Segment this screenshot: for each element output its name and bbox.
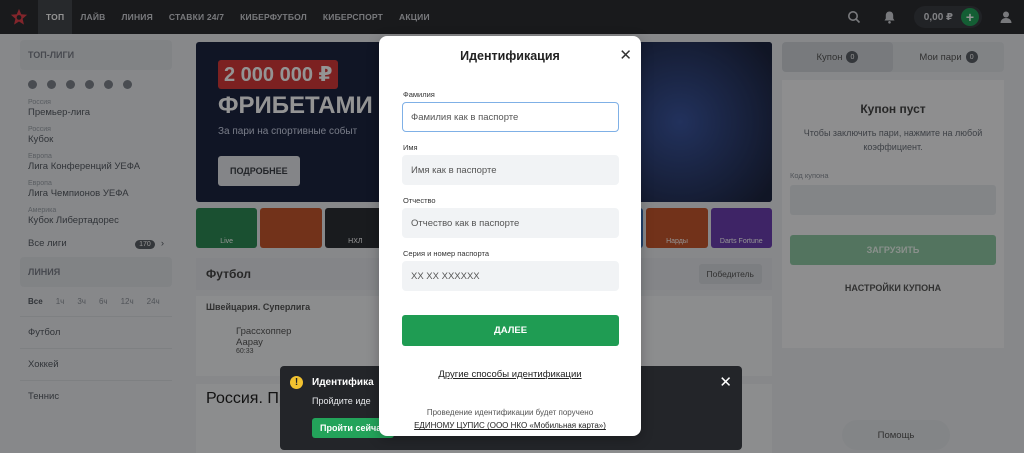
footnote-line: Проведение идентификации будет поручено <box>426 408 594 417</box>
modal-title: Идентификация <box>460 49 560 63</box>
name-input[interactable] <box>402 155 619 185</box>
name-label: Имя <box>403 143 418 152</box>
surname-input[interactable] <box>402 102 619 132</box>
close-icon[interactable]: ✕ <box>719 375 732 390</box>
patronymic-label: Отчество <box>403 196 436 205</box>
cupis-link[interactable]: ЕДИНОМУ ЦУПИС (ООО НКО «Мобильная карта»… <box>379 419 641 432</box>
patronymic-input[interactable] <box>402 208 619 238</box>
next-button[interactable]: ДАЛЕЕ <box>402 315 619 346</box>
passport-label: Серия и номер паспорта <box>403 249 490 258</box>
close-icon[interactable]: ✕ <box>619 48 632 63</box>
other-identification-link[interactable]: Другие способы идентификации <box>379 369 641 380</box>
surname-label: Фамилия <box>403 90 435 99</box>
toast-title: Идентифика <box>312 377 374 388</box>
warning-icon: ! <box>290 376 303 389</box>
passport-input[interactable] <box>402 261 619 291</box>
identification-modal: Идентификация ✕ Фамилия Имя Отчество Сер… <box>379 36 641 436</box>
identification-footnote: Проведение идентификации будет поручено … <box>379 406 641 432</box>
toast-text: Пройдите иде <box>312 396 371 406</box>
